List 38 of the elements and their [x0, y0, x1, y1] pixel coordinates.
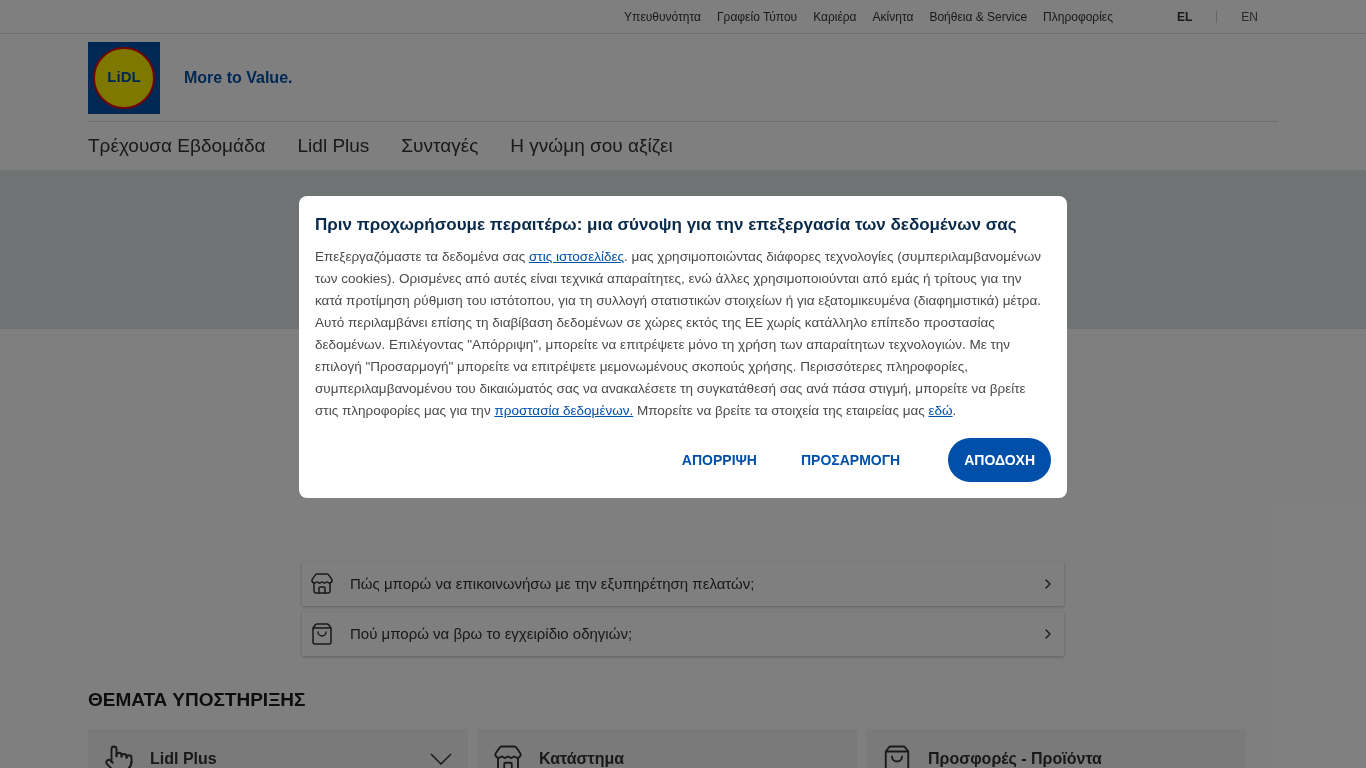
dialog-text: Επεξεργαζόμαστε τα δεδομένα σας στις ιστοσελίδες. μας χρησιμοποιώντας διάφορες τεχνολογίες (συμπεριλαμβανομένων των cookies). Ορισμένες από αυτές είναι τεχνικά απαραίτητες, ενώ άλλες χρησιμοποιούνται από εμάς ή τρίτους για την κατά προτίμηση ρύθμιση του ιστότοπου, για τη συλλογή στατιστικών στοιχείων ή για εξατομικευμένα (διαφημιστικά) μέτρα. Αυτό περιλαμβάνει επίσης τη διαβίβαση δεδομένων σε χώρες εκτός της ΕΕ χωρίς κατάλληλο επίπεδο προστασίας δεδομένων. Επιλέγοντας "Απόρριψη", μπορείτε να επιτρέψετε μόνο τη χρήση των απαραίτητων τεχνολογιών. Με την επιλογή "Προσαρμογή" μπορείτε να επιτρέψετε μεμονωμένους σκοπούς χρήσης. Περισσότερες πληροφορίες, συμπεριλαμβανομένου του δικαιώματός σας να ανακαλέσετε τη συγκατάθεσή σας ανά πάσα στιγμή, μπορείτε να βρείτε στις πληροφορίες μας για την προστασία δεδομένων. Μπορείτε να βρείτε τα στοιχεία της εταιρείας μας εδώ.	[315, 248, 1043, 420]
language-link[interactable]: EL	[1169, 7, 1201, 26]
topic-card[interactable]: Κατάστημα	[477, 728, 857, 768]
text-link[interactable]: εδώ	[928, 403, 953, 418]
dialog-button[interactable]: ΠΡΟΣΑΡΜΟΓΗ	[784, 438, 917, 482]
top-link[interactable]: Ακίνητα	[872, 7, 914, 26]
faq-item[interactable]: Πού μπορώ να βρω το εγχειρίδιο οδηγιών;	[302, 612, 1064, 656]
dialog-title: Πριν προχωρήσουμε περαιτέρω: μια σύνοψη για την επεξεργασία των δεδομένων σας	[315, 214, 1018, 236]
faq-question: Πού μπορώ να βρω το εγχειρίδιο οδηγιών;	[350, 623, 634, 644]
text-link[interactable]: προστασία δεδομένων.	[494, 403, 634, 418]
text-link[interactable]: στις ιστοσελίδες	[528, 249, 624, 264]
top-link[interactable]: Βοήθεια & Service	[929, 7, 1028, 26]
topic-label: Lidl Plus	[150, 748, 218, 768]
store-icon	[310, 572, 334, 596]
nav-link[interactable]: Η γνώμη σου αξίζει	[510, 131, 673, 161]
topic-label: Κατάστημα	[539, 748, 626, 768]
section-title: ΘΕΜΑΤΑ ΥΠΟΣΤΗΡΙΞΗΣ	[88, 688, 307, 712]
nav-link[interactable]: Συνταγές	[401, 131, 479, 161]
logo[interactable]: LiDL	[88, 41, 160, 114]
hand-icon	[104, 743, 134, 768]
top-link[interactable]: Υπευθυνότητα	[624, 7, 701, 26]
topic-card[interactable]: Lidl Plus	[88, 728, 468, 768]
store-icon	[493, 743, 523, 768]
top-link[interactable]: Γραφείο Τύπου	[716, 7, 798, 26]
faq-question: Πώς μπορώ να επικοινωνήσω με την εξυπηρέτηση πελατών;	[350, 573, 756, 594]
bag-icon	[310, 622, 334, 646]
top-link[interactable]: Καριέρα	[813, 7, 857, 26]
nav-link[interactable]: Τρέχουσα Εβδομάδα	[88, 131, 266, 161]
topic-label: Προσφορές - Προϊόντα	[928, 748, 1103, 768]
topic-card[interactable]: Προσφορές - Προϊόντα	[866, 728, 1246, 768]
dialog-button[interactable]: ΑΠΟΡΡΙΨΗ	[665, 438, 773, 482]
top-link[interactable]: Πληροφορίες	[1043, 7, 1113, 26]
language-link[interactable]: EN	[1233, 7, 1266, 26]
accept-button[interactable]: ΑΠΟΔΟΧΗ	[948, 438, 1051, 482]
faq-item[interactable]: Πώς μπορώ να επικοινωνήσω με την εξυπηρέτηση πελατών;	[302, 562, 1064, 606]
nav-link[interactable]: Lidl Plus	[297, 131, 370, 161]
bag-icon	[882, 743, 912, 768]
slogan: More to Value.	[184, 67, 293, 88]
